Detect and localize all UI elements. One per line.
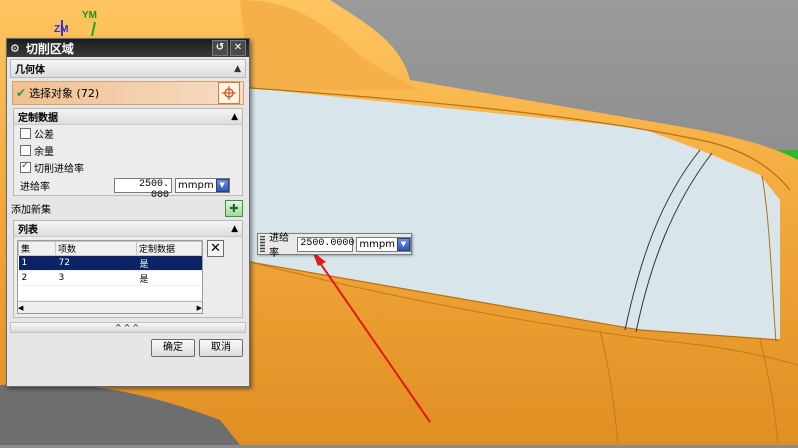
crosshair-select-button[interactable] bbox=[218, 82, 240, 104]
chevron-up-icon[interactable]: ▲ bbox=[231, 224, 238, 234]
delete-set-button[interactable]: ✕ bbox=[207, 240, 224, 257]
feed-unit-value: mmpm bbox=[178, 180, 214, 191]
cut-region-dialog: ⚙ 切削区域 ↺ ✕ 几何体 ▲ ✔ 选择对象 (72) 定制数据 ▲ 公差 余… bbox=[6, 38, 250, 387]
gear-icon[interactable]: ⚙ bbox=[10, 42, 20, 55]
scroll-right-icon[interactable]: ▶ bbox=[197, 304, 202, 312]
floating-feed-rate-box: 进给率 2500.0000 mmpm ▼ bbox=[257, 233, 412, 259]
dialog-buttons: 确定 取消 bbox=[7, 333, 249, 357]
table-row-empty bbox=[18, 285, 202, 301]
checkmark-icon: ✔ bbox=[16, 86, 27, 100]
stock-checkbox[interactable] bbox=[20, 145, 31, 156]
select-object-row[interactable]: ✔ 选择对象 (72) bbox=[12, 81, 244, 105]
feed-rate-label: 进给率 bbox=[20, 182, 50, 193]
scroll-left-icon[interactable]: ◀ bbox=[18, 304, 23, 312]
chevron-down-icon[interactable]: ▼ bbox=[215, 179, 229, 192]
feed-rate-row: 进给率 2500. 000 mmpm ▼ bbox=[14, 176, 242, 201]
feed-rate-input[interactable]: 2500. 000 bbox=[114, 178, 172, 201]
tolerance-option[interactable]: 公差 bbox=[14, 125, 242, 142]
dialog-titlebar[interactable]: ⚙ 切削区域 ↺ ✕ bbox=[7, 39, 249, 57]
cell-count: 72 bbox=[55, 255, 137, 271]
column-header-set[interactable]: 集 bbox=[18, 241, 56, 256]
plus-icon: ✚ bbox=[229, 201, 239, 215]
custom-data-header[interactable]: 定制数据 ▲ bbox=[14, 109, 242, 125]
add-new-set-button[interactable]: ✚ bbox=[225, 199, 243, 217]
table-row[interactable]: 1 72 是 bbox=[18, 255, 202, 271]
list-header-label: 列表 bbox=[18, 225, 38, 236]
drag-handle-icon[interactable] bbox=[260, 236, 266, 252]
stock-option[interactable]: 余量 bbox=[14, 142, 242, 159]
floating-unit-select[interactable]: mmpm ▼ bbox=[356, 236, 411, 252]
custom-data-header-label: 定制数据 bbox=[18, 113, 58, 124]
tolerance-label: 公差 bbox=[34, 130, 54, 141]
table-row[interactable]: 2 3 是 bbox=[18, 270, 202, 286]
dialog-title: 切削区域 bbox=[25, 41, 74, 56]
select-object-label: 选择对象 (72) bbox=[29, 87, 100, 100]
axis-label-ym: YM bbox=[82, 10, 97, 21]
add-new-set-row: 添加新集 ✚ bbox=[11, 198, 243, 218]
set-list[interactable]: 集 项数 定制数据 1 72 是 2 3 是 ◀ ▶ bbox=[17, 240, 203, 314]
cut-feed-checkbox[interactable] bbox=[20, 160, 31, 173]
table-header-row: 集 项数 定制数据 bbox=[18, 241, 202, 256]
geometry-section-header[interactable]: 几何体 ▲ bbox=[10, 59, 246, 78]
cell-count: 3 bbox=[55, 270, 137, 286]
feed-unit-select[interactable]: mmpm ▼ bbox=[175, 178, 230, 193]
chevron-up-icon[interactable]: ▲ bbox=[231, 112, 238, 122]
reset-icon[interactable]: ↺ bbox=[212, 40, 228, 56]
column-header-count[interactable]: 项数 bbox=[55, 241, 137, 256]
cut-feed-option[interactable]: 切削进给率 bbox=[14, 159, 242, 176]
cell-set: 2 bbox=[18, 270, 56, 286]
chevron-up-icon[interactable]: ▲ bbox=[234, 64, 241, 74]
cell-custom: 是 bbox=[136, 270, 202, 286]
list-header[interactable]: 列表 ▲ bbox=[14, 221, 242, 237]
cell-set: 1 bbox=[18, 255, 56, 271]
column-header-custom[interactable]: 定制数据 bbox=[136, 241, 202, 256]
horizontal-scrollbar[interactable]: ◀ ▶ bbox=[18, 301, 202, 313]
chevron-down-icon[interactable]: ▼ bbox=[396, 237, 410, 251]
cut-feed-label: 切削进给率 bbox=[34, 164, 84, 175]
crosshair-icon bbox=[222, 86, 236, 100]
custom-data-section: 定制数据 ▲ 公差 余量 切削进给率 进给率 2500. 000 mmpm ▼ bbox=[13, 108, 243, 201]
close-icon[interactable]: ✕ bbox=[230, 40, 246, 56]
ok-button[interactable]: 确定 bbox=[151, 339, 195, 357]
delete-x-icon: ✕ bbox=[210, 241, 221, 256]
floating-unit-value: mmpm bbox=[359, 238, 395, 250]
floating-feed-input[interactable]: 2500.0000 bbox=[297, 236, 354, 252]
axis-label-zm: ZM bbox=[54, 24, 69, 35]
add-new-set-label: 添加新集 bbox=[11, 204, 51, 216]
list-section: 列表 ▲ 集 项数 定制数据 1 72 是 2 3 是 ◀ ▶ ✕ bbox=[13, 220, 243, 318]
more-options-expander[interactable]: ^^^ bbox=[10, 322, 246, 333]
geometry-header-label: 几何体 bbox=[15, 65, 45, 76]
cancel-button[interactable]: 取消 bbox=[199, 339, 243, 357]
tolerance-checkbox[interactable] bbox=[20, 128, 31, 139]
floating-feed-label: 进给率 bbox=[269, 233, 290, 259]
list-body: 集 项数 定制数据 1 72 是 2 3 是 ◀ ▶ ✕ bbox=[14, 237, 242, 317]
cell-custom: 是 bbox=[136, 255, 202, 271]
stock-label: 余量 bbox=[34, 147, 54, 158]
set-table: 集 项数 定制数据 1 72 是 2 3 是 bbox=[18, 241, 202, 301]
